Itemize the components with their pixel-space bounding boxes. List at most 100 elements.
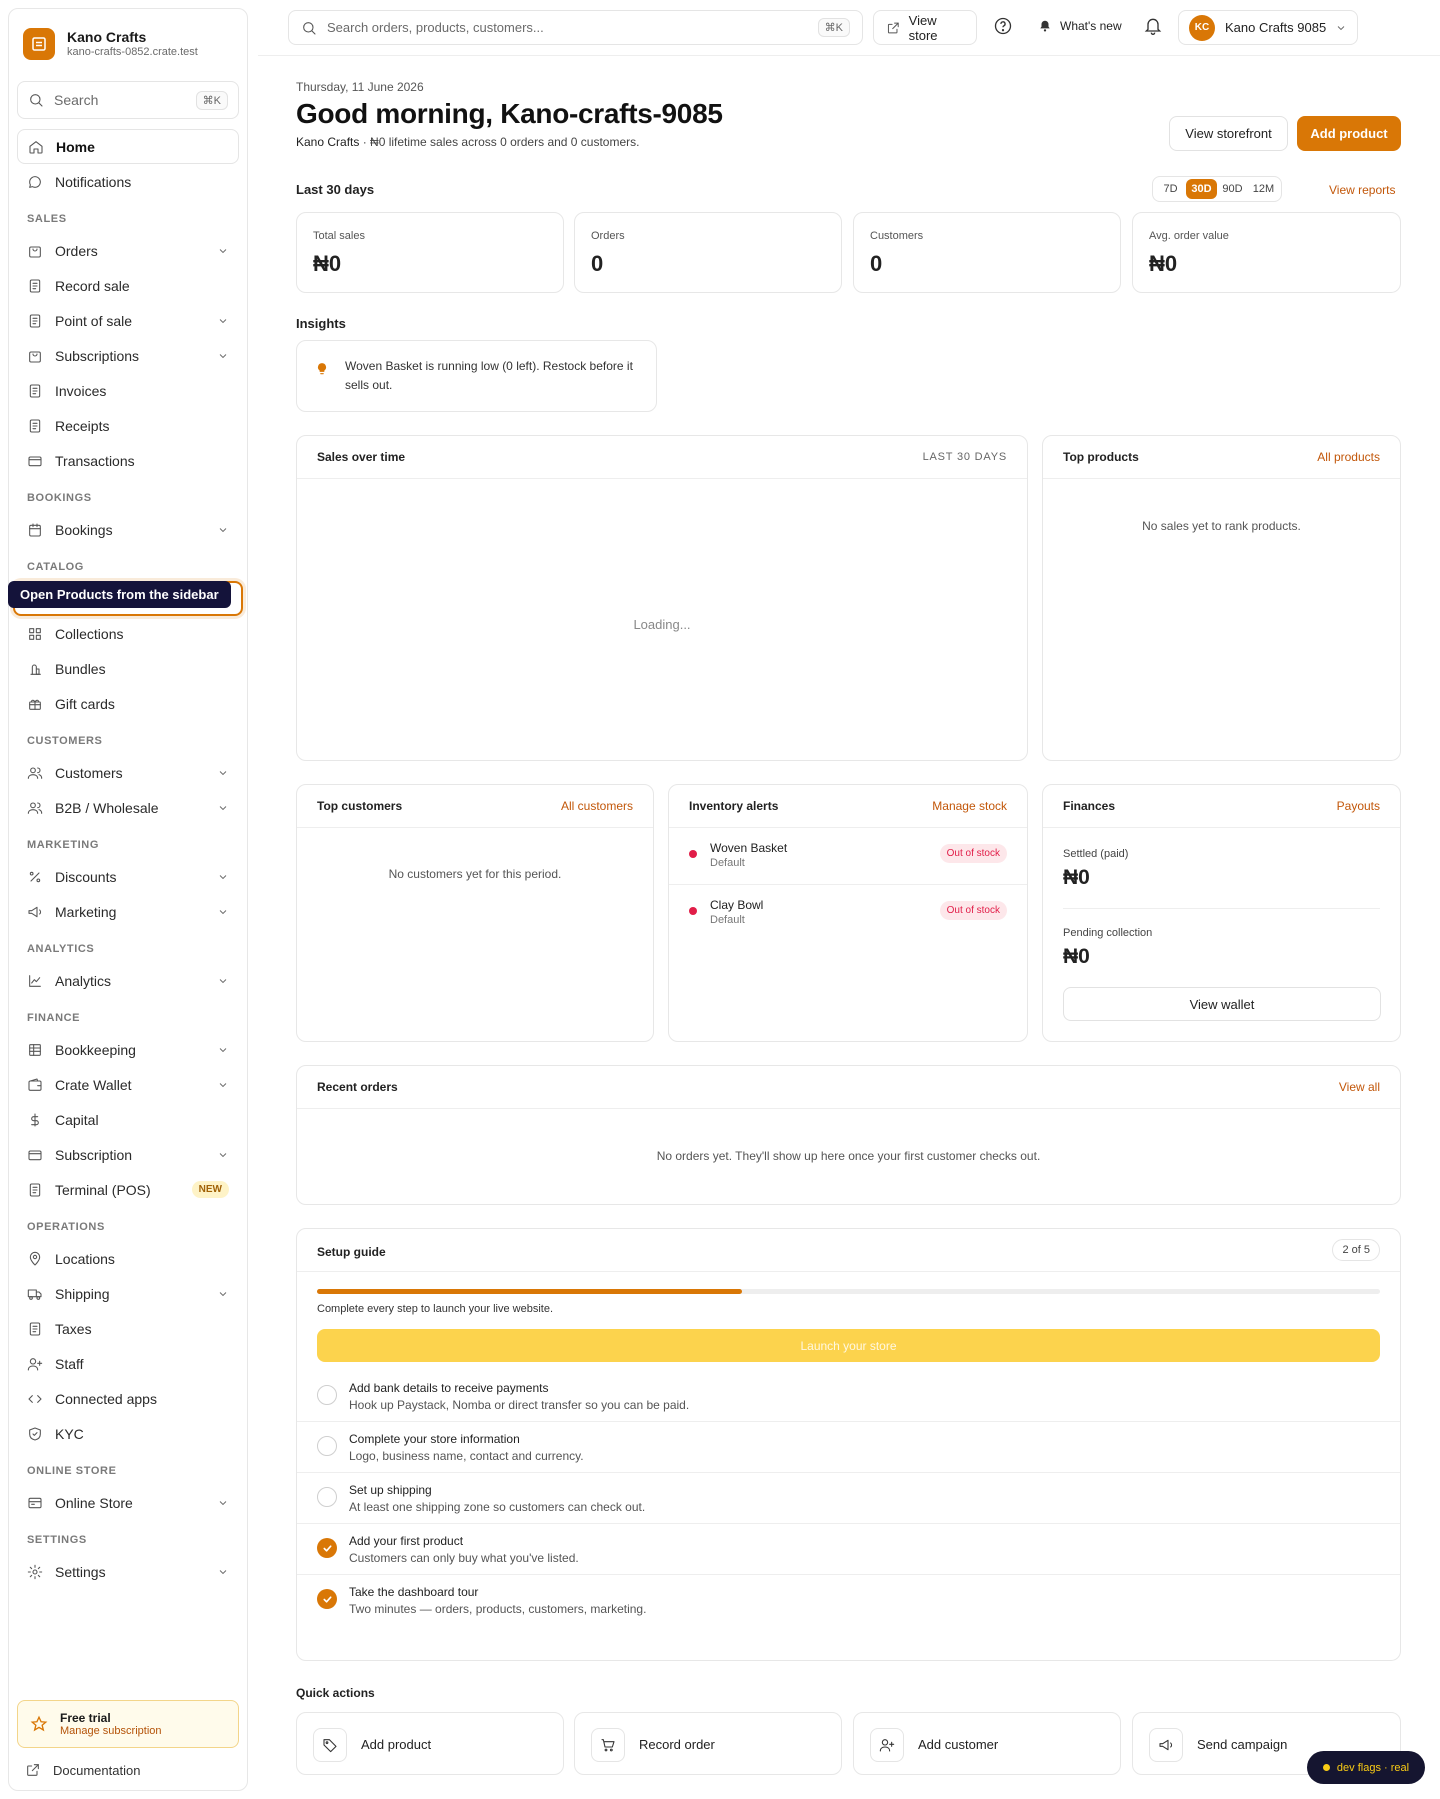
sidebar-item-invoices[interactable]: Invoices xyxy=(17,373,239,408)
sidebar-item-staff[interactable]: Staff xyxy=(17,1346,239,1381)
view-storefront-button[interactable]: View storefront xyxy=(1169,116,1288,151)
sidebar-item-label: Capital xyxy=(55,1111,99,1128)
sidebar-item-point-of-sale[interactable]: Point of sale xyxy=(17,303,239,338)
sidebar-item-capital[interactable]: Capital xyxy=(17,1102,239,1137)
account-menu[interactable]: KC Kano Crafts 9085 xyxy=(1178,10,1358,45)
sidebar-item-collections[interactable]: Collections xyxy=(17,616,239,651)
sidebar-item-home[interactable]: Home xyxy=(17,129,239,164)
sidebar-item-receipts[interactable]: Receipts xyxy=(17,408,239,443)
view-all-orders-link[interactable]: View all xyxy=(1339,1080,1380,1094)
sidebar-search[interactable]: Search ⌘K xyxy=(17,81,239,119)
setup-step[interactable]: Add bank details to receive payments Hook… xyxy=(297,1371,1400,1422)
sidebar-item-taxes[interactable]: Taxes xyxy=(17,1311,239,1346)
notifications-button[interactable] xyxy=(1143,16,1163,36)
period-option[interactable]: 12M xyxy=(1248,179,1279,199)
free-trial-card[interactable]: Free trial Manage subscription xyxy=(17,1700,239,1748)
sidebar-item-connected-apps[interactable]: Connected apps xyxy=(17,1381,239,1416)
view-reports-link[interactable]: View reports xyxy=(1329,183,1395,197)
payouts-link[interactable]: Payouts xyxy=(1337,799,1380,813)
sidebar-item-label: Analytics xyxy=(55,972,112,989)
period-option[interactable]: 7D xyxy=(1155,179,1186,199)
top-customers-panel: Top customers All customers No customers… xyxy=(296,784,654,1042)
sidebar-item-bundles[interactable]: Bundles xyxy=(17,651,239,686)
divider xyxy=(1043,478,1400,479)
setup-step[interactable]: Take the dashboard tour Two minutes — ord… xyxy=(297,1575,1400,1626)
brand-header[interactable]: Kano Crafts kano-crafts-0852.crate.test xyxy=(9,9,247,63)
global-search-input[interactable]: Search orders, products, customers... ⌘K xyxy=(288,10,863,45)
quick-action-record-order[interactable]: Record order xyxy=(574,1712,842,1775)
sidebar-nav: Home Notifications SALES Orders Record sale P… xyxy=(9,129,247,1589)
shortcut-badge: ⌘K xyxy=(817,18,850,37)
view-store-button[interactable]: View store xyxy=(873,10,977,45)
sidebar-item-terminal-pos[interactable]: Terminal (POS) NEW xyxy=(17,1172,239,1207)
sidebar-item-discounts[interactable]: Discounts xyxy=(17,859,239,894)
quick-action-label: Add customer xyxy=(918,1737,999,1752)
add-product-button[interactable]: Add product xyxy=(1297,116,1401,151)
panel-title: Top customers xyxy=(317,799,403,813)
inventory-row[interactable]: Woven Basket Default Out of stock xyxy=(669,828,1027,885)
step-description: Two minutes — orders, products, customer… xyxy=(349,1602,647,1616)
chevron-down-icon xyxy=(219,770,227,775)
sidebar-item-kyc[interactable]: KYC xyxy=(17,1416,239,1451)
bell-filled-icon xyxy=(1040,20,1050,32)
sidebar-item-gift-cards[interactable]: Gift cards xyxy=(17,686,239,721)
sidebar-item-label: Marketing xyxy=(55,903,117,920)
sidebar-item-subscriptions[interactable]: Subscriptions xyxy=(17,338,239,373)
sidebar-section-heading: MARKETING xyxy=(27,839,100,851)
divider xyxy=(297,1108,1400,1109)
sidebar-item-label: Subscription xyxy=(55,1146,133,1163)
sidebar-item-b2b-wholesale[interactable]: B2B / Wholesale xyxy=(17,790,239,825)
sidebar-item-bookings[interactable]: Bookings xyxy=(17,512,239,547)
all-products-link[interactable]: All products xyxy=(1317,450,1380,464)
whats-new-button[interactable]: What's new xyxy=(1038,19,1122,33)
setup-step[interactable]: Add your first product Customers can only… xyxy=(297,1524,1400,1575)
manage-subscription-link[interactable]: Manage subscription xyxy=(60,1725,162,1737)
sidebar-section-heading: FINANCE xyxy=(27,1012,81,1024)
calendar-icon xyxy=(29,522,41,537)
sidebar-item-crate-wallet[interactable]: Crate Wallet xyxy=(17,1067,239,1102)
sidebar-item-bookkeeping[interactable]: Bookkeeping xyxy=(17,1032,239,1067)
inventory-row[interactable]: Clay Bowl Default Out of stock xyxy=(669,885,1027,942)
quick-action-add-product[interactable]: Add product xyxy=(296,1712,564,1775)
sidebar-item-locations[interactable]: Locations xyxy=(17,1241,239,1276)
setup-step[interactable]: Set up shipping At least one shipping zon… xyxy=(297,1473,1400,1524)
dev-flags-pill[interactable]: dev flags · real xyxy=(1307,1751,1425,1784)
all-customers-link[interactable]: All customers xyxy=(561,799,633,813)
alert-dot-icon xyxy=(689,850,697,858)
product-name: Clay Bowl xyxy=(710,898,764,912)
settled-value: ₦0 xyxy=(1063,866,1090,889)
sidebar-item-orders[interactable]: Orders xyxy=(17,233,239,268)
sidebar-item-online-store[interactable]: Online Store xyxy=(17,1485,239,1520)
sidebar-item-transactions[interactable]: Transactions xyxy=(17,443,239,478)
documentation-link[interactable]: Documentation xyxy=(25,1762,140,1778)
view-wallet-button[interactable]: View wallet xyxy=(1063,987,1381,1021)
quick-action-add-customer[interactable]: Add customer xyxy=(853,1712,1121,1775)
help-button[interactable] xyxy=(993,16,1013,36)
empty-circle-icon xyxy=(317,1385,337,1405)
sidebar-item-shipping[interactable]: Shipping xyxy=(17,1276,239,1311)
sidebar-item-customers[interactable]: Customers xyxy=(17,755,239,790)
setup-step[interactable]: Complete your store information Logo, bus… xyxy=(297,1422,1400,1473)
progress-fill xyxy=(317,1289,743,1294)
sidebar-item-subscription[interactable]: Subscription xyxy=(17,1137,239,1172)
sidebar-item-marketing[interactable]: Marketing xyxy=(17,894,239,929)
sidebar-item-settings[interactable]: Settings xyxy=(17,1554,239,1589)
chevron-down-icon xyxy=(219,805,227,810)
period-option[interactable]: 90D xyxy=(1217,179,1248,199)
document-icon xyxy=(29,383,41,398)
sidebar-item-record-sale[interactable]: Record sale xyxy=(17,268,239,303)
manage-stock-link[interactable]: Manage stock xyxy=(932,799,1007,813)
sidebar-item-notifications[interactable]: Notifications xyxy=(17,164,239,199)
stat-value: 0 xyxy=(870,251,883,276)
launch-store-button[interactable]: Launch your store xyxy=(317,1329,1380,1362)
sidebar-item-label: Collections xyxy=(55,625,124,642)
sidebar-item-analytics[interactable]: Analytics xyxy=(17,963,239,998)
setup-note: Complete every step to launch your live … xyxy=(317,1303,554,1315)
megaphone-icon xyxy=(28,906,42,917)
stat-value: ₦0 xyxy=(313,251,342,276)
period-option-selected[interactable]: 30D xyxy=(1186,179,1217,199)
sidebar-item-label: Online Store xyxy=(55,1494,133,1511)
step-title: Take the dashboard tour xyxy=(349,1585,479,1599)
document-icon xyxy=(29,1321,41,1336)
divider xyxy=(297,827,653,828)
